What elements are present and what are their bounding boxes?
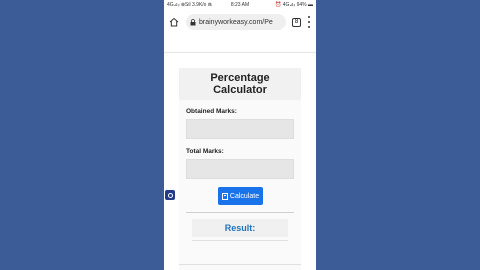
calculator-icon — [221, 192, 228, 200]
phone-screen: 4G⊿ᵢₗ ⊗Sil 3.9K/s ⋒ 8:23 AM ⏰ 4G⊿ᵢₗ 94% … — [164, 0, 316, 270]
url-field[interactable]: brainyworkeasy.com/Pe — [186, 14, 286, 30]
result-divider — [192, 240, 288, 241]
calculate-button[interactable]: Calculate — [218, 187, 263, 205]
lock-icon — [190, 18, 196, 26]
toolbar-divider — [164, 52, 316, 53]
status-bar: 4G⊿ᵢₗ ⊗Sil 3.9K/s ⋒ 8:23 AM ⏰ 4G⊿ᵢₗ 94% … — [164, 0, 316, 9]
obtained-marks-input[interactable] — [186, 119, 294, 139]
title-line-2: Calculator — [213, 84, 267, 96]
result-label: Result: — [192, 219, 288, 237]
bottom-divider — [179, 264, 301, 265]
title-line-1: Percentage — [210, 72, 270, 84]
browser-toolbar: brainyworkeasy.com/Pe 8 — [164, 10, 316, 34]
card-divider — [186, 212, 294, 213]
tabs-icon[interactable]: 8 — [292, 17, 301, 27]
status-time: 8:23 AM — [230, 1, 250, 8]
calculate-button-label: Calculate — [229, 192, 260, 200]
home-icon[interactable] — [168, 16, 180, 28]
calculator-title: Percentage Calculator — [179, 68, 301, 100]
total-marks-input[interactable] — [186, 159, 294, 179]
url-text: brainyworkeasy.com/Pe — [199, 18, 273, 26]
total-marks-label: Total Marks: — [186, 148, 224, 155]
obtained-marks-label: Obtained Marks: — [186, 108, 237, 115]
menu-icon[interactable] — [307, 16, 311, 28]
calculator-card: Percentage Calculator Obtained Marks: To… — [179, 68, 301, 270]
settings-widget-icon[interactable] — [165, 190, 175, 200]
